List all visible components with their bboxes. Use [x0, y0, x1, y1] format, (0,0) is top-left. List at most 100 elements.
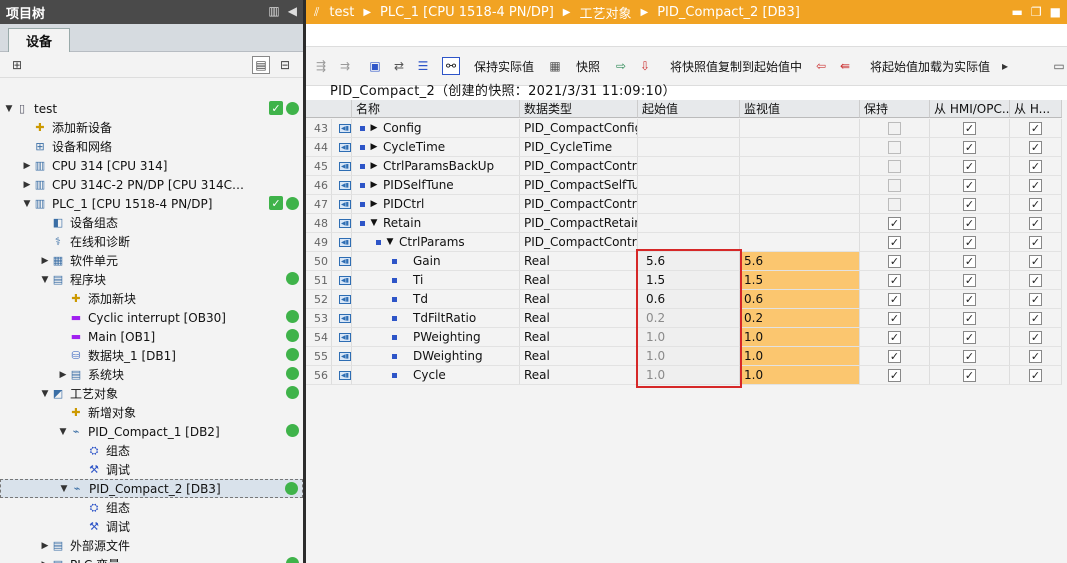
hmi-write-checkbox[interactable]: ✓	[1029, 311, 1042, 325]
col-name[interactable]: 名称	[352, 100, 520, 118]
name-cell[interactable]: ▶ CtrlParamsBackUp	[352, 157, 520, 176]
name-cell[interactable]: ▶ PIDSelfTune	[352, 176, 520, 195]
expand-arrow-icon[interactable]: ▶	[40, 541, 50, 551]
tree-item[interactable]: ▶ ▦ 软件单元	[0, 251, 303, 270]
start-value-cell[interactable]	[638, 138, 740, 157]
hmi-write-checkbox[interactable]: ✓	[1029, 140, 1042, 154]
start-value-cell[interactable]: 1.0	[638, 347, 740, 366]
table-row[interactable]: 46◀▮▶PIDSelfTunePID_CompactSelfTu...✓✓	[306, 176, 1067, 195]
tree-item[interactable]: ✚ 添加新设备	[0, 118, 303, 137]
retain-checkbox[interactable]: ✓	[888, 254, 901, 268]
hmi-access-checkbox[interactable]: ✓	[963, 349, 976, 363]
collapse-arrow-icon[interactable]: ▼	[4, 104, 14, 114]
col-h2[interactable]: 从 H...	[1010, 100, 1062, 118]
collapse-arrow-icon[interactable]: ▼	[381, 237, 399, 247]
pin-icon[interactable]: ⫽	[314, 5, 319, 20]
collapse-arrow-icon[interactable]: ▼	[22, 199, 32, 209]
start-value-cell[interactable]	[638, 176, 740, 195]
hmi-access-checkbox[interactable]: ✓	[963, 235, 976, 249]
hmi-access-checkbox[interactable]: ✓	[963, 178, 976, 192]
hmi-write-checkbox[interactable]: ✓	[1029, 159, 1042, 173]
retain-checkbox[interactable]: ✓	[888, 368, 901, 382]
hmi-access-checkbox[interactable]: ✓	[963, 216, 976, 230]
network-view-icon[interactable]: ⊞	[8, 56, 26, 74]
start-value-cell[interactable]: 1.0	[638, 366, 740, 385]
hmi-write-checkbox[interactable]: ✓	[1029, 254, 1042, 268]
table-row[interactable]: 50 ◀▮ Gain Real 5.6 5.6 ✓ ✓ ✓	[306, 252, 1067, 271]
hmi-write-checkbox[interactable]: ✓	[1029, 121, 1042, 135]
table-row[interactable]: 45 ◀▮ ▶ CtrlParamsBackUp PID_CompactContr...…	[306, 157, 1067, 176]
tree-item[interactable]: ▼ ⌁ PID_Compact_1 [DB2]	[0, 422, 303, 441]
hmi-access-checkbox[interactable]: ✓	[963, 140, 976, 154]
tree-item[interactable]: ◧ 设备组态	[0, 213, 303, 232]
expand-arrow-icon[interactable]: ▶	[365, 199, 383, 209]
close-icon[interactable]: ■	[1050, 5, 1061, 19]
start-value-cell[interactable]: 1.0	[638, 328, 740, 347]
breadcrumb-item[interactable]: 工艺对象	[579, 3, 631, 22]
expand-arrow-icon[interactable]: ▶	[22, 161, 32, 171]
hmi-write-checkbox[interactable]: ✓	[1029, 178, 1042, 192]
name-cell[interactable]: PWeighting	[352, 328, 520, 347]
hmi-access-checkbox[interactable]: ✓	[963, 368, 976, 382]
insert-row-icon[interactable]: ⇶	[312, 57, 330, 75]
hmi-write-checkbox[interactable]: ✓	[1029, 349, 1042, 363]
load-start-button[interactable]: 将起始值加载为实际值	[870, 58, 990, 75]
snapshot-button[interactable]: 快照	[576, 58, 600, 75]
copy-snapshot-button[interactable]: 将快照值复制到起始值中	[670, 58, 802, 75]
hmi-access-checkbox[interactable]: ✓	[963, 292, 976, 306]
hmi-access-checkbox[interactable]: ✓	[963, 311, 976, 325]
start-value-cell[interactable]	[638, 214, 740, 233]
collapse-panel-icon[interactable]: ◀	[288, 4, 297, 18]
name-cell[interactable]: ▶ Config	[352, 119, 520, 138]
compare-icon[interactable]: ⇄	[390, 57, 408, 75]
expand-arrow-icon[interactable]: ▶	[58, 370, 68, 380]
table-row[interactable]: 56 ◀▮ Cycle Real 1.0 1.0 ✓ ✓ ✓	[306, 366, 1067, 385]
name-cell[interactable]: DWeighting	[352, 347, 520, 366]
start-value-cell[interactable]: 0.2	[638, 309, 740, 328]
name-cell[interactable]: ▶ PIDCtrl	[352, 195, 520, 214]
breadcrumb-item[interactable]: PLC_1 [CPU 1518-4 PN/DP]	[380, 5, 554, 20]
tree-item[interactable]: ▼ ▯ test ✓	[0, 99, 303, 118]
col-start[interactable]: 起始值	[638, 100, 740, 118]
retain-checkbox[interactable]: ✓	[888, 273, 901, 287]
collapse-arrow-icon[interactable]: ▼	[40, 389, 50, 399]
col-retain[interactable]: 保持	[860, 100, 930, 118]
tree-item[interactable]: ▶ ▥ CPU 314 [CPU 314]	[0, 156, 303, 175]
tree-item[interactable]: ⚒ 调试	[0, 517, 303, 536]
name-cell[interactable]: Td	[352, 290, 520, 309]
hmi-access-checkbox[interactable]: ✓	[963, 330, 976, 344]
collapse-arrow-icon[interactable]: ▼	[40, 275, 50, 285]
tree-item[interactable]: ▬ Main [OB1]	[0, 327, 303, 346]
split-view-icon[interactable]: ▥	[268, 4, 279, 18]
tree-item[interactable]: ▼ ▥ PLC_1 [CPU 1518-4 PN/DP] ✓	[0, 194, 303, 213]
hmi-write-checkbox[interactable]: ✓	[1029, 197, 1042, 211]
hmi-write-checkbox[interactable]: ✓	[1029, 216, 1042, 230]
collapse-arrow-icon[interactable]: ▼	[58, 427, 68, 437]
tree-item[interactable]: ▬ Cyclic interrupt [OB30]	[0, 308, 303, 327]
name-cell[interactable]: Cycle	[352, 366, 520, 385]
snapshot-options-icon[interactable]: ▦	[546, 57, 564, 75]
name-cell[interactable]: ▼ CtrlParams	[352, 233, 520, 252]
tree-item[interactable]: ⚒ 调试	[0, 460, 303, 479]
hmi-write-checkbox[interactable]: ✓	[1029, 235, 1042, 249]
table-row[interactable]: 47 ◀▮ ▶ PIDCtrl PID_CompactControl ✓ ✓	[306, 195, 1067, 214]
col-monitor[interactable]: 监视值	[740, 100, 860, 118]
expand-arrow-icon[interactable]: ▶	[365, 123, 383, 133]
start-value-cell[interactable]	[638, 119, 740, 138]
retain-checkbox[interactable]: ✓	[888, 216, 901, 230]
tree-item[interactable]: ✚ 新增对象	[0, 403, 303, 422]
retain-checkbox[interactable]: ✓	[888, 292, 901, 306]
more-icon[interactable]: ▸	[996, 57, 1014, 75]
retain-checkbox[interactable]: ✓	[888, 349, 901, 363]
start-value-cell[interactable]: 5.6	[638, 252, 740, 271]
table-row[interactable]: 44 ◀▮ ▶ CycleTime PID_CycleTime ✓ ✓	[306, 138, 1067, 157]
hmi-write-checkbox[interactable]: ✓	[1029, 330, 1042, 344]
expand-arrow-icon[interactable]: ▶	[22, 180, 32, 190]
table-row[interactable]: 52 ◀▮ Td Real 0.6 0.6 ✓ ✓ ✓	[306, 290, 1067, 309]
minimize-icon[interactable]: ▬	[1012, 5, 1023, 19]
table-row[interactable]: 54 ◀▮ PWeighting Real 1.0 1.0 ✓ ✓ ✓	[306, 328, 1067, 347]
collapse-arrow-icon[interactable]: ▼	[59, 484, 69, 494]
table-row[interactable]: 43 ◀▮ ▶ Config PID_CompactConfig ✓ ✓	[306, 119, 1067, 138]
name-cell[interactable]: TdFiltRatio	[352, 309, 520, 328]
expand-arrow-icon[interactable]: ▶	[40, 256, 50, 266]
